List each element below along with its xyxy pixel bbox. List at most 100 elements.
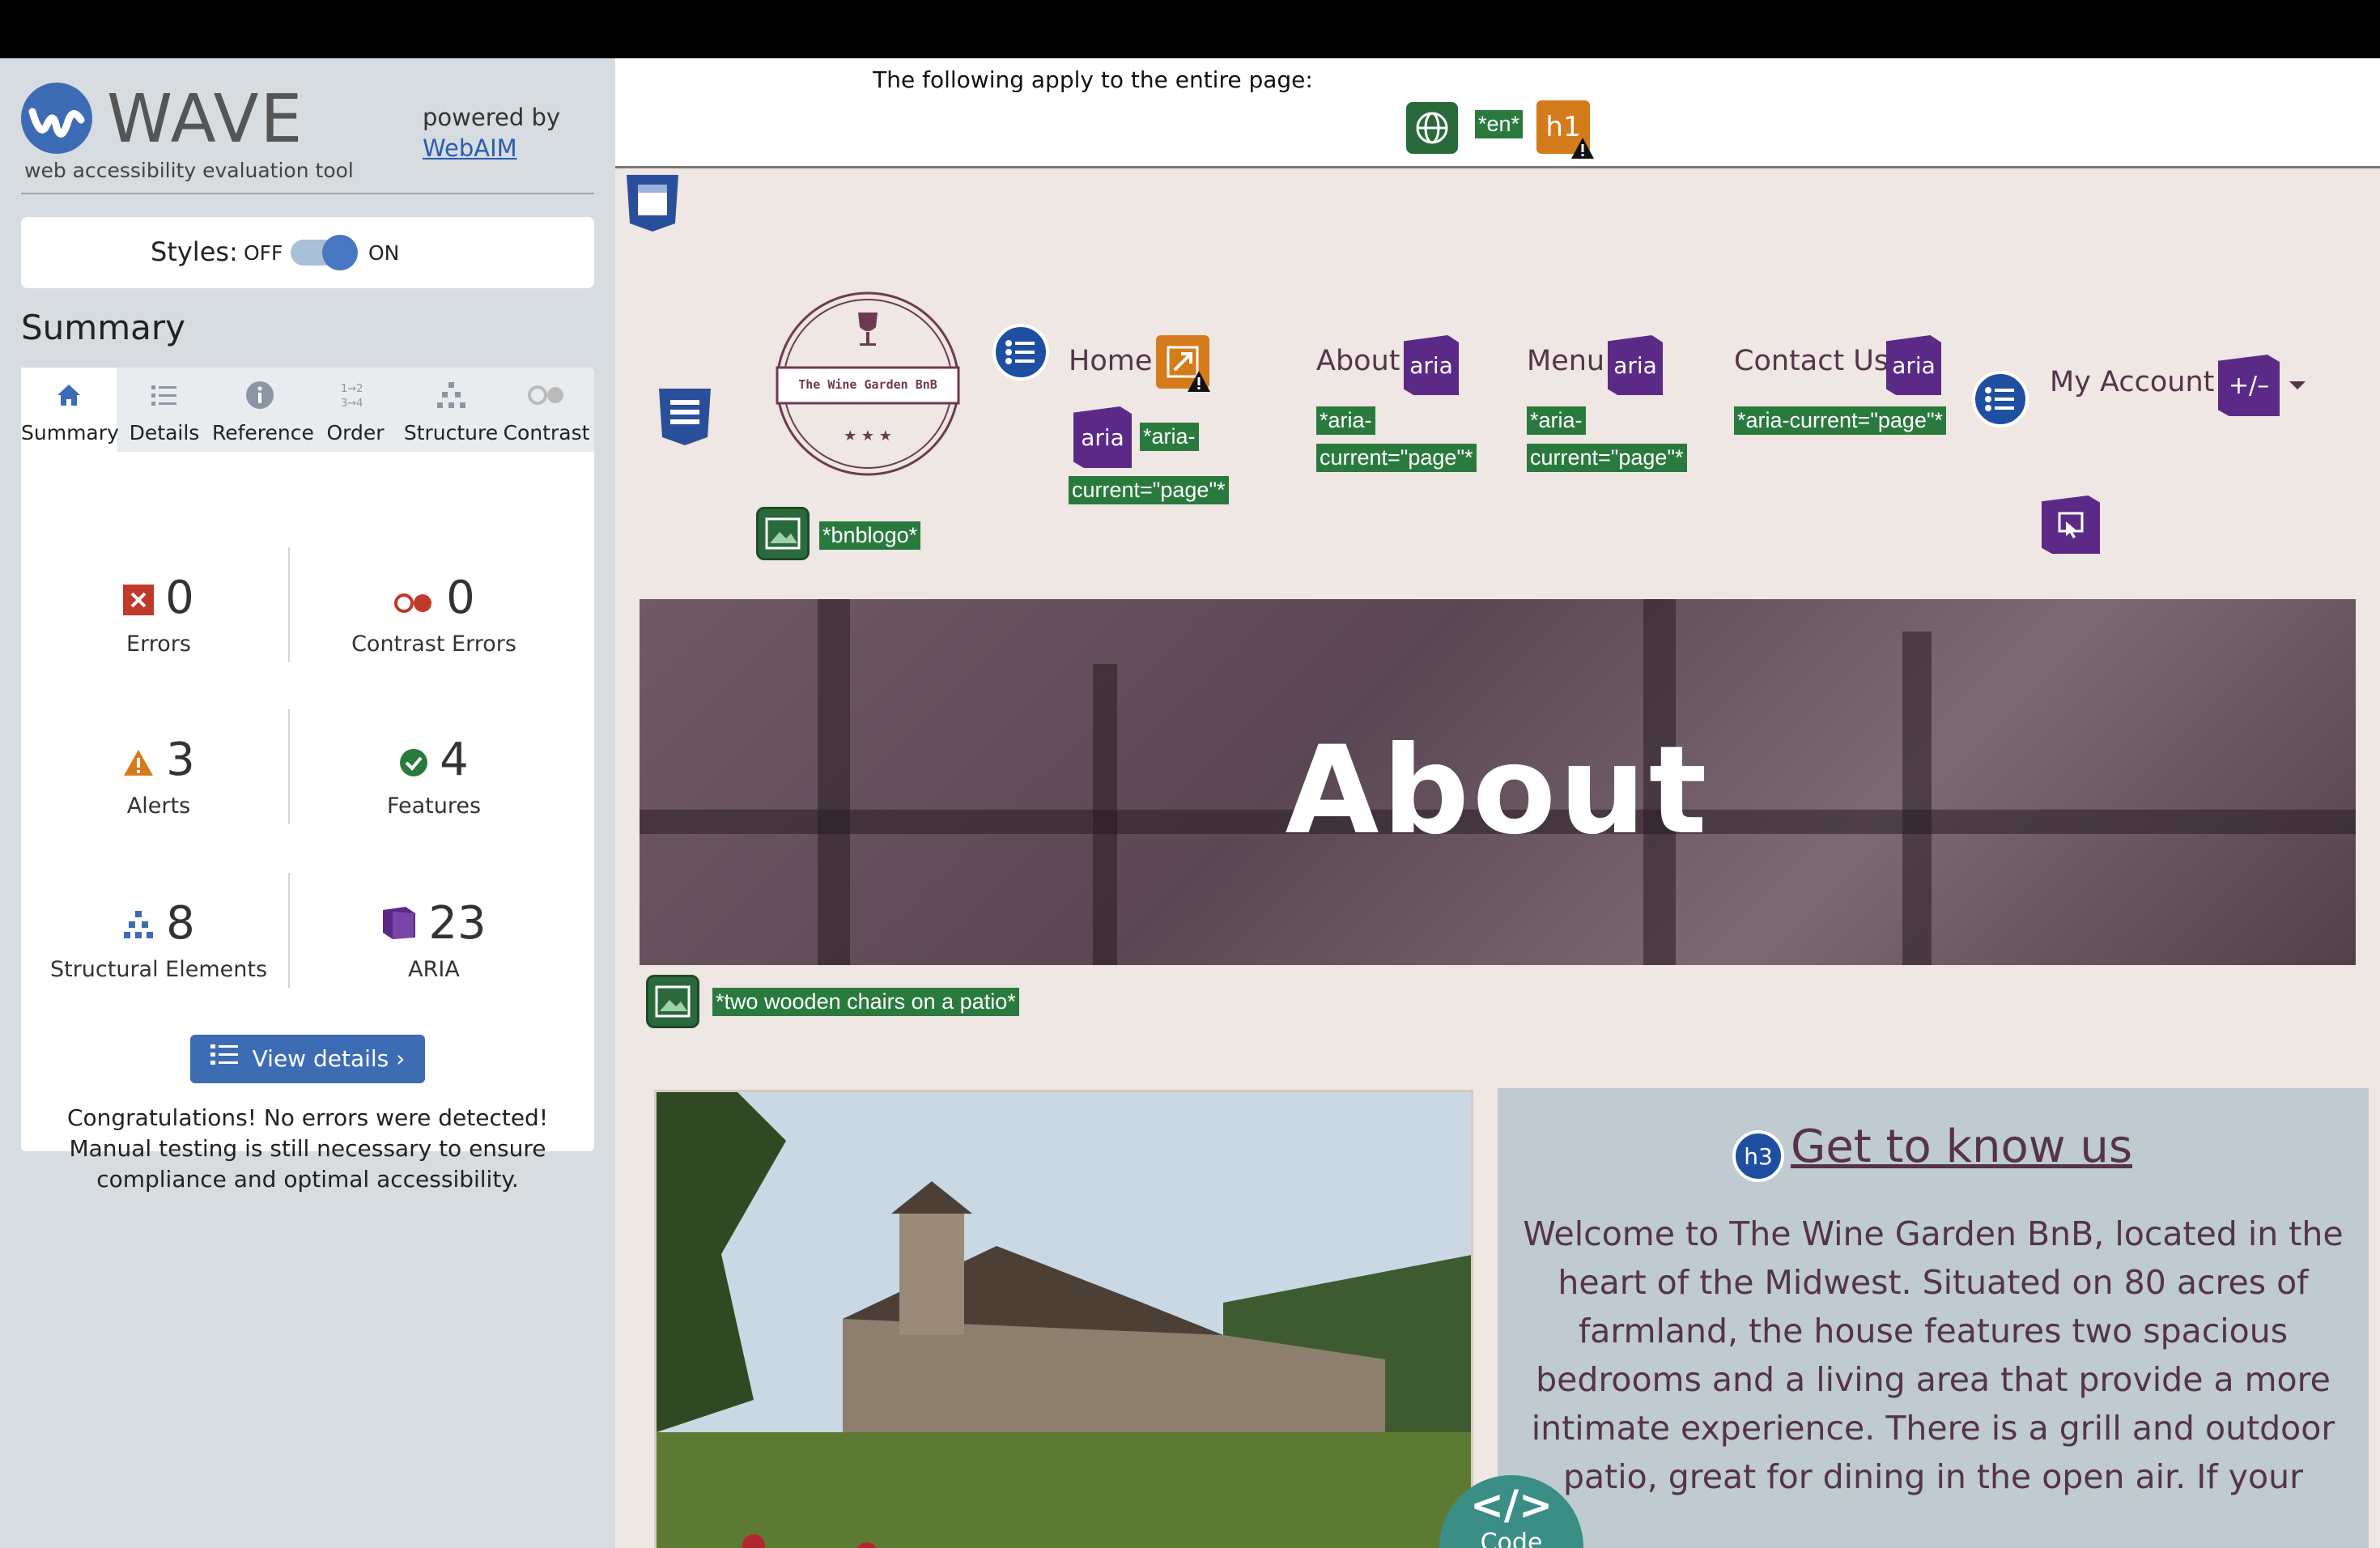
info-heading[interactable]: Get to know us: [1498, 1121, 2369, 1173]
summary-heading: Summary: [21, 308, 185, 347]
unordered-list-icon[interactable]: [992, 324, 1049, 381]
image-alt-icon[interactable]: [646, 975, 699, 1028]
vineyard-photo: [654, 1090, 1473, 1548]
aria-current-tag-part1: *aria-: [1527, 406, 1586, 435]
image-link-icon[interactable]: [756, 507, 810, 560]
summary-panel: Summary Details Reference 1→23→4 Order: [21, 368, 594, 1193]
divider: [288, 873, 290, 988]
page-level-bar: The following apply to the entire page: …: [615, 58, 2380, 168]
nav-contact[interactable]: Contact Us: [1734, 345, 1889, 377]
wave-sidebar: WAVE web accessibility evaluation tool p…: [0, 58, 615, 1548]
code-icon: </>: [1469, 1482, 1553, 1529]
bnb-logo[interactable]: The Wine Garden BnB ★ ★ ★: [774, 290, 962, 478]
hero-banner: About: [640, 599, 2356, 965]
aria-current-tag-part1: *aria-: [1140, 423, 1199, 451]
aria-current-tag-part2: current="page"*: [1316, 444, 1477, 472]
nav-about[interactable]: About: [1316, 345, 1400, 377]
styles-toggle-knob[interactable]: [322, 235, 358, 270]
powered-by-text: powered by: [423, 104, 561, 131]
info-card: h3 Get to know us Welcome to The Wine Ga…: [1498, 1088, 2369, 1548]
apply-text: The following apply to the entire page:: [873, 66, 1313, 93]
svg-text:1→2: 1→2: [341, 383, 363, 395]
plusminus-icon-label: +/–: [2228, 371, 2270, 400]
divider: [288, 709, 290, 824]
nav-my-account[interactable]: My Account: [2050, 366, 2214, 398]
tab-details[interactable]: Details: [117, 368, 212, 452]
divider: [288, 547, 290, 662]
toggle-on-label: ON: [368, 241, 400, 265]
nav-home[interactable]: Home: [1069, 345, 1152, 377]
tab-order[interactable]: 1→2 3→4 Order: [308, 368, 403, 452]
header-region-icon[interactable]: [623, 172, 682, 233]
stat-structural: 8 Structural Elements: [29, 897, 288, 982]
tab-label: Reference: [212, 421, 314, 444]
toggle-off-label: OFF: [244, 241, 283, 265]
tab-bar: Summary Details Reference 1→23→4 Order: [21, 368, 594, 452]
aria-icon-label: aria: [1081, 423, 1124, 451]
nav-menu[interactable]: Menu: [1527, 345, 1604, 377]
alt-text-tag-bnblogo: *bnblogo*: [819, 521, 921, 550]
alerts-label: Alerts: [126, 793, 191, 819]
congrats-message: Congratulations! No errors were detected…: [66, 1104, 549, 1193]
styles-toggle-box: Styles: OFF ON: [21, 217, 594, 288]
aria-current-tag-part1: *aria-: [1316, 406, 1375, 435]
evaluated-page: The following apply to the entire page: …: [615, 58, 2380, 1548]
tab-summary[interactable]: Summary: [21, 368, 119, 452]
webaim-link[interactable]: WebAIM: [423, 134, 517, 162]
navigation-region-icon[interactable]: [656, 385, 714, 447]
error-icon: [123, 574, 155, 627]
list-icon: [117, 379, 212, 415]
tab-label: Details: [129, 421, 200, 444]
stat-contrast-errors: 0 Contrast Errors: [304, 572, 563, 657]
order-icon: 1→2 3→4: [308, 379, 403, 415]
aria-icon[interactable]: aria: [1886, 335, 1941, 395]
svg-text:3→4: 3→4: [341, 398, 363, 410]
structure-icon: [403, 379, 499, 415]
language-tag: *en*: [1475, 110, 1524, 138]
contrast-icon: [499, 379, 594, 415]
alert-icon: [122, 736, 155, 789]
contrast-error-icon: [393, 574, 435, 627]
structure-icon: [122, 899, 155, 952]
tab-label: Contrast: [503, 421, 590, 444]
stat-alerts: 3 Alerts: [29, 734, 288, 819]
home-icon: [21, 379, 117, 415]
unordered-list-icon[interactable]: [1972, 371, 2029, 427]
stat-aria: 23 ARIA: [304, 897, 563, 982]
warning-triangle-icon: [1187, 369, 1211, 393]
wave-tagline: web accessibility evaluation tool: [24, 159, 354, 182]
aria-icon[interactable]: aria: [1608, 335, 1663, 395]
divider: [21, 193, 594, 194]
view-details-label: View details ›: [252, 1045, 406, 1072]
logo-stars: ★ ★ ★: [844, 427, 892, 444]
errors-count: 0: [165, 572, 194, 624]
wave-title: WAVE: [107, 81, 304, 158]
tab-structure[interactable]: Structure: [403, 368, 499, 452]
code-toggle-button[interactable]: </> Code: [1439, 1475, 1583, 1548]
tab-contrast[interactable]: Contrast: [499, 368, 594, 452]
structural-count: 8: [166, 897, 195, 950]
aria-current-tag-part2: current="page"*: [1069, 476, 1229, 504]
aria-icon[interactable]: aria: [1404, 335, 1459, 395]
stat-errors: 0 Errors: [29, 572, 288, 657]
contrast-errors-count: 0: [446, 572, 475, 624]
stat-features: 4 Features: [304, 734, 563, 819]
view-details-button[interactable]: View details ›: [190, 1035, 425, 1083]
aria-icon-label: aria: [1613, 351, 1657, 379]
tab-label: Structure: [403, 421, 499, 444]
logo-text: The Wine Garden BnB: [798, 377, 937, 392]
aria-icon[interactable]: aria: [1073, 406, 1132, 468]
aria-menu-icon[interactable]: [2042, 495, 2100, 554]
language-globe-icon[interactable]: [1406, 102, 1458, 154]
aria-expanded-icon[interactable]: +/–: [2218, 355, 2280, 416]
structural-label: Structural Elements: [49, 957, 268, 983]
wave-logo-icon: [21, 83, 92, 154]
styles-label: Styles:: [151, 236, 238, 267]
code-label: Code: [1480, 1529, 1543, 1548]
aria-count: 23: [428, 897, 487, 950]
tab-reference[interactable]: Reference: [212, 368, 314, 452]
aria-current-tag: *aria-current="page"*: [1734, 406, 1947, 435]
aria-icon-label: aria: [1409, 351, 1453, 379]
dropdown-caret-icon[interactable]: [2286, 377, 2309, 393]
list-icon: [210, 1036, 240, 1084]
